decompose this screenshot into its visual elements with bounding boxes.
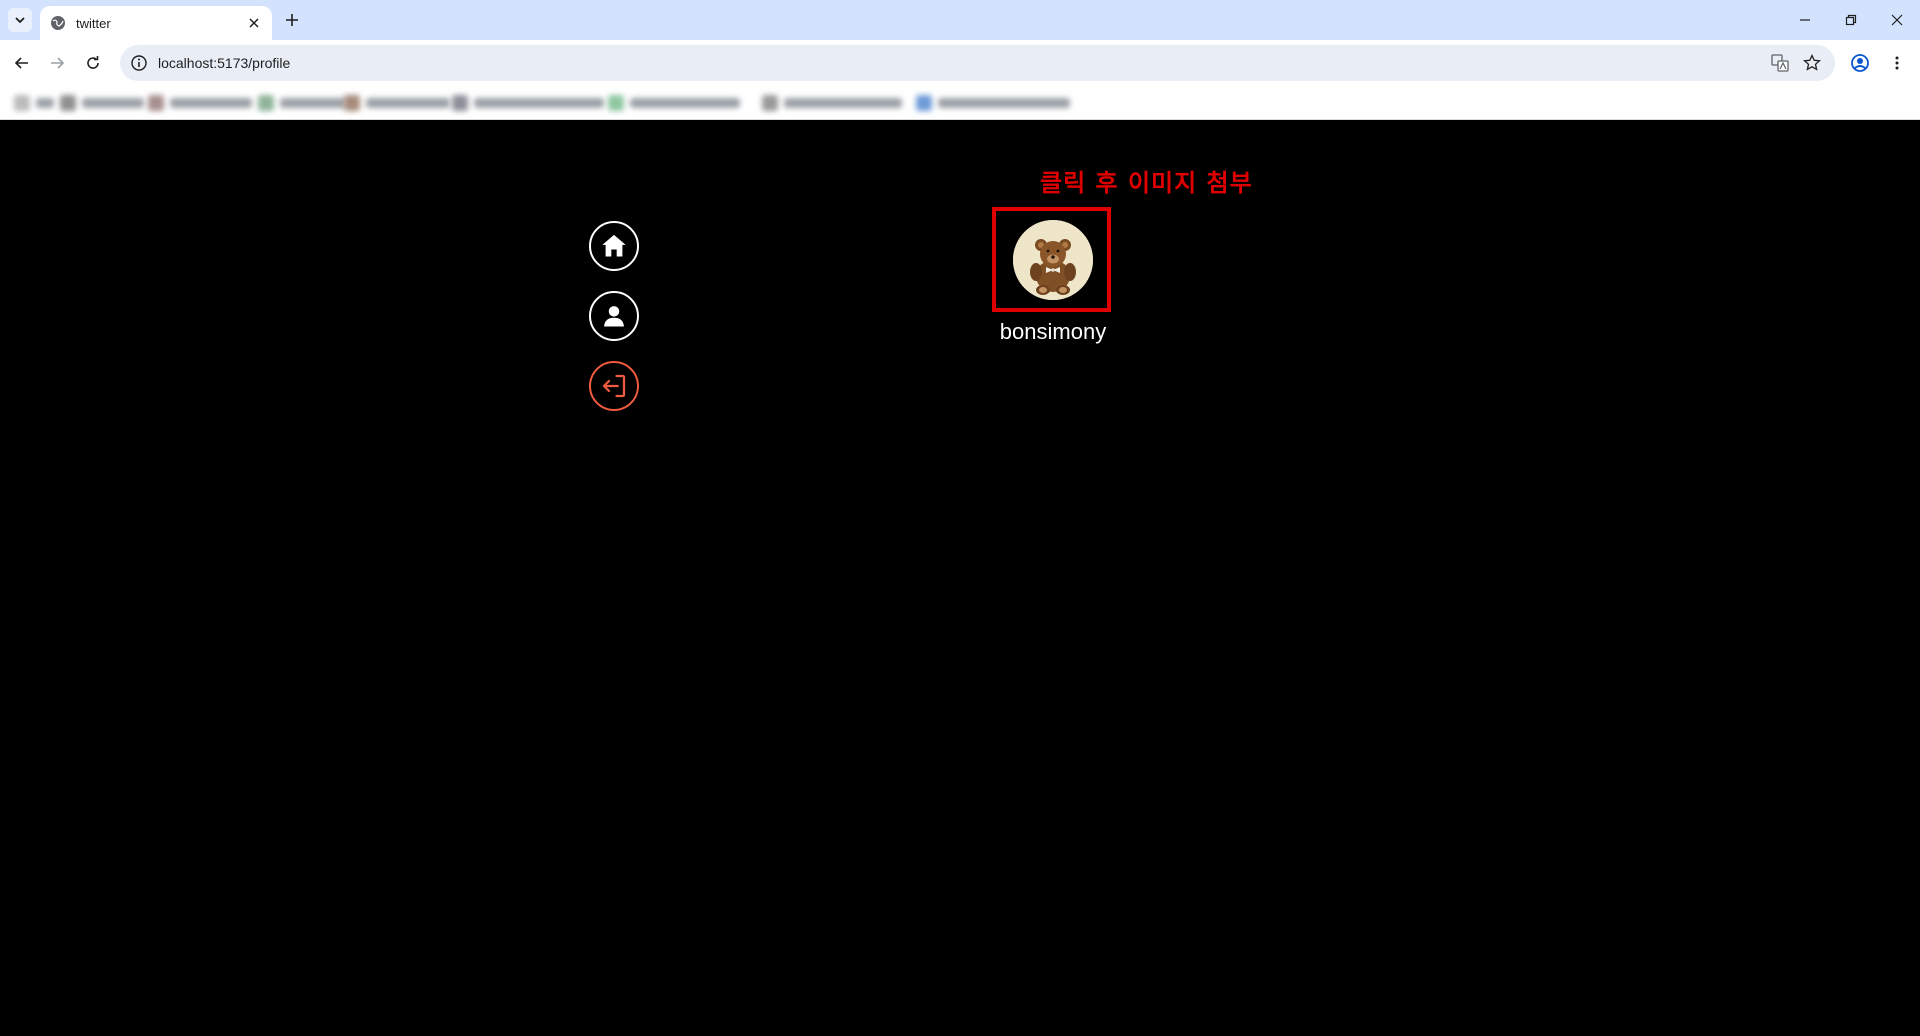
user-icon (604, 306, 624, 327)
bookmark-item[interactable] (344, 94, 450, 112)
profile-username: bonsimony (999, 319, 1107, 344)
logout-icon (602, 374, 626, 398)
teddy-bear-avatar-icon (1013, 220, 1093, 300)
bookmark-item[interactable] (60, 94, 144, 112)
forward-button[interactable] (42, 48, 72, 78)
url-text[interactable]: localhost:5173/profile (158, 55, 290, 71)
address-bar[interactable]: localhost:5173/profile (120, 45, 1835, 81)
new-tab-button[interactable] (280, 8, 304, 32)
minimize-button[interactable] (1782, 0, 1828, 40)
tab-strip: twitter (0, 0, 1920, 40)
menu-profile-button[interactable] (589, 291, 639, 341)
avatar-upload-button[interactable] (1013, 220, 1093, 300)
browser-menu-button[interactable] (1882, 48, 1912, 78)
restore-icon (1845, 14, 1857, 26)
tab-title: twitter (76, 15, 111, 31)
page-content: 클릭 후 이미지 첨부 bonsimony (0, 121, 1920, 1036)
browser-toolbar: localhost:5173/profile (0, 40, 1920, 86)
close-window-button[interactable] (1874, 0, 1920, 40)
close-icon (1891, 14, 1903, 26)
arrow-right-icon (51, 57, 65, 69)
back-button[interactable] (7, 48, 37, 78)
tab-search-button[interactable] (8, 8, 32, 32)
more-vertical-icon (1895, 56, 1899, 70)
close-icon (249, 18, 259, 28)
bookmark-item[interactable] (916, 94, 1070, 112)
bookmark-item[interactable] (14, 94, 54, 112)
restore-button[interactable] (1828, 0, 1874, 40)
info-icon[interactable] (130, 54, 148, 72)
bookmark-item[interactable] (258, 94, 346, 112)
bookmark-item[interactable] (608, 94, 740, 112)
profile-button[interactable] (1845, 48, 1875, 78)
minimize-icon (1800, 19, 1810, 21)
translate-icon (1771, 54, 1789, 72)
reload-icon (87, 56, 99, 69)
star-icon (1803, 54, 1821, 71)
bookmarks-bar (0, 86, 1920, 120)
globe-icon (51, 16, 65, 30)
browser-tab[interactable]: twitter (40, 6, 272, 40)
translate-button[interactable] (1765, 48, 1795, 78)
tab-close-button[interactable] (246, 15, 262, 31)
home-icon (602, 234, 626, 257)
chevron-down-icon (15, 17, 25, 24)
reload-button[interactable] (78, 48, 108, 78)
menu-home-button[interactable] (589, 221, 639, 271)
bookmark-item[interactable] (148, 94, 252, 112)
annotation-text: 클릭 후 이미지 첨부 (1040, 169, 1253, 197)
bookmark-star-button[interactable] (1797, 48, 1827, 78)
menu-logout-button[interactable] (589, 361, 639, 411)
bookmark-item[interactable] (452, 94, 604, 112)
account-circle-icon (1851, 54, 1869, 72)
plus-icon (286, 14, 298, 26)
arrow-left-icon (14, 57, 28, 69)
bookmark-item[interactable] (762, 94, 902, 112)
